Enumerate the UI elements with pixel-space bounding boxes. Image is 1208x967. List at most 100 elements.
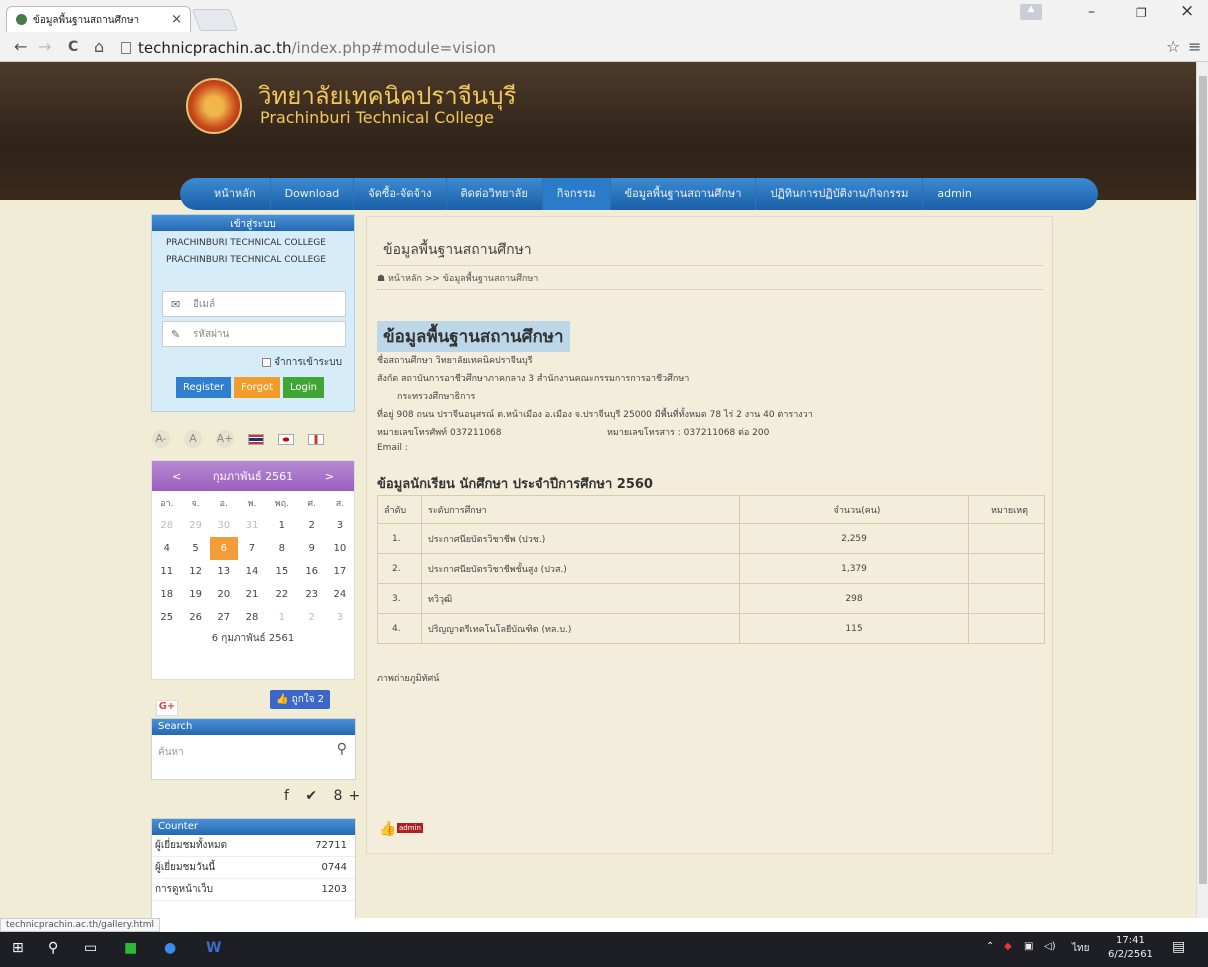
maximize-icon[interactable]: ❐: [1136, 6, 1147, 20]
nav-item-contact[interactable]: ติดต่อวิทยาลัย: [447, 178, 543, 210]
calendar-day[interactable]: 18: [152, 583, 182, 606]
bookmark-star-icon[interactable]: ☆: [1166, 37, 1180, 56]
calendar-day[interactable]: 27: [210, 606, 238, 629]
calendar-day[interactable]: 17: [326, 560, 354, 583]
remember-me-checkbox[interactable]: จำการเข้าระบบ: [262, 355, 342, 370]
minimize-icon[interactable]: –: [1088, 4, 1095, 20]
font-smaller-button[interactable]: A-: [152, 430, 170, 448]
calendar-day[interactable]: 31: [238, 514, 266, 537]
search-input[interactable]: ค้นหา ⚲: [152, 735, 355, 770]
college-seal-logo[interactable]: [186, 78, 242, 134]
search-icon[interactable]: ⚲: [48, 940, 58, 956]
nav-item-download[interactable]: Download: [271, 178, 355, 210]
social-icons[interactable]: f ✔ 8+: [284, 788, 366, 804]
calendar-day[interactable]: 3: [326, 514, 354, 537]
thumbs-up-icon[interactable]: 👍: [379, 821, 396, 837]
browser-menu-icon[interactable]: ≡: [1188, 37, 1201, 56]
login-button[interactable]: Login: [283, 377, 324, 398]
calendar-day[interactable]: 25: [152, 606, 182, 629]
calendar-day[interactable]: 21: [238, 583, 266, 606]
nav-item-admin[interactable]: admin: [923, 178, 985, 210]
calendar-day[interactable]: 4: [152, 537, 182, 560]
thai-flag-icon[interactable]: [248, 433, 264, 445]
calendar-day[interactable]: 9: [298, 537, 326, 560]
line-app-icon[interactable]: ■: [124, 940, 137, 956]
password-field[interactable]: ✎ รหัสผ่าน: [162, 321, 346, 347]
home-icon[interactable]: ⌂: [94, 37, 104, 56]
calendar-day[interactable]: 22: [266, 583, 298, 606]
clock[interactable]: 17:41 6/2/2561: [1108, 934, 1153, 962]
font-larger-button[interactable]: A+: [216, 430, 234, 448]
calendar-day[interactable]: 11: [152, 560, 182, 583]
chrome-icon[interactable]: ●: [164, 940, 176, 956]
calendar-day[interactable]: 5: [182, 537, 210, 560]
calendar-day[interactable]: 13: [210, 560, 238, 583]
calendar-day[interactable]: 29: [182, 514, 210, 537]
counter-value: 0744: [321, 862, 347, 873]
calendar-day[interactable]: 8: [266, 537, 298, 560]
calendar-day[interactable]: 12: [182, 560, 210, 583]
counter-label: ผู้เยี่ยมชมวันนี้: [155, 862, 216, 873]
volume-icon[interactable]: ◁): [1044, 941, 1056, 952]
email-field[interactable]: ✉ อีเมล์: [162, 291, 346, 317]
calendar-day[interactable]: 1: [266, 514, 298, 537]
calendar-day[interactable]: 10: [326, 537, 354, 560]
calendar-day[interactable]: 20: [210, 583, 238, 606]
calendar-day[interactable]: 28: [238, 606, 266, 629]
tab-title: ข้อมูลพื้นฐานสถานศึกษา: [33, 15, 140, 26]
admin-badge[interactable]: admin: [397, 823, 423, 833]
page-scrollbar[interactable]: [1196, 62, 1208, 918]
back-icon[interactable]: ←: [14, 37, 27, 56]
browser-tab[interactable]: ข้อมูลพื้นฐานสถานศึกษา ×: [6, 6, 191, 32]
tray-chevron-icon[interactable]: ⌃: [986, 941, 994, 952]
facebook-like-button[interactable]: 👍 ถูกใจ 2: [270, 690, 331, 709]
network-icon[interactable]: ▣: [1024, 941, 1033, 952]
notifications-icon[interactable]: ▤: [1172, 939, 1185, 955]
forward-icon[interactable]: →: [38, 37, 51, 56]
register-button[interactable]: Register: [176, 377, 232, 398]
calendar-day[interactable]: 1: [266, 606, 298, 629]
calendar-day[interactable]: 26: [182, 606, 210, 629]
calendar-day[interactable]: 28: [152, 514, 182, 537]
scrollbar-thumb[interactable]: [1199, 76, 1207, 884]
nav-item-activities[interactable]: กิจกรรม: [542, 178, 611, 210]
calendar-day[interactable]: 2: [298, 606, 326, 629]
nav-item-school-info[interactable]: ข้อมูลพื้นฐานสถานศึกษา: [611, 178, 757, 210]
calendar-day[interactable]: 16: [298, 560, 326, 583]
new-tab-button[interactable]: [191, 9, 239, 31]
calendar-prev-button[interactable]: <: [172, 470, 181, 483]
forgot-button[interactable]: Forgot: [234, 377, 281, 398]
calendar-day[interactable]: 2: [298, 514, 326, 537]
calendar-day[interactable]: 14: [238, 560, 266, 583]
user-profile-icon[interactable]: ▲: [1020, 4, 1042, 20]
nav-item-calendar[interactable]: ปฏิทินการปฏิบัติงาน/กิจกรรม: [756, 178, 924, 210]
close-window-icon[interactable]: ×: [1180, 1, 1194, 21]
japan-flag-icon[interactable]: [278, 433, 294, 445]
login-line-1: PRACHINBURI TECHNICAL COLLEGE: [166, 238, 326, 248]
antivirus-tray-icon[interactable]: ◆: [1004, 941, 1012, 952]
calendar-day-today[interactable]: 6: [209, 537, 238, 560]
calendar-day[interactable]: 30: [210, 514, 238, 537]
word-icon[interactable]: W: [206, 940, 221, 956]
calendar-day[interactable]: 7: [238, 537, 266, 560]
page-icon: [121, 42, 131, 54]
search-icon[interactable]: ⚲: [337, 741, 347, 757]
breadcrumb-text[interactable]: หน้าหลัก >> ข้อมูลพื้นฐานสถานศึกษา: [388, 274, 538, 284]
uk-flag-icon[interactable]: [308, 433, 324, 445]
calendar-day[interactable]: 23: [298, 583, 326, 606]
calendar-next-button[interactable]: >: [325, 470, 334, 483]
address-bar[interactable]: technicprachin.ac.th/index.php#module=vi…: [118, 37, 1178, 59]
reload-icon[interactable]: C: [68, 39, 78, 55]
close-tab-icon[interactable]: ×: [171, 12, 182, 27]
calendar-day[interactable]: 3: [326, 606, 354, 629]
nav-item-home[interactable]: หน้าหลัก: [200, 178, 271, 210]
language-indicator[interactable]: ไทย: [1072, 941, 1089, 956]
nav-item-procurement[interactable]: จัดซื้อ-จัดจ้าง: [354, 178, 447, 210]
task-view-icon[interactable]: ▭: [84, 940, 97, 956]
google-plus-button[interactable]: G+: [156, 700, 178, 716]
font-normal-button[interactable]: A: [184, 430, 202, 448]
windows-start-icon[interactable]: ⊞: [12, 940, 24, 956]
calendar-day[interactable]: 19: [182, 583, 210, 606]
calendar-day[interactable]: 15: [266, 560, 298, 583]
calendar-day[interactable]: 24: [326, 583, 354, 606]
